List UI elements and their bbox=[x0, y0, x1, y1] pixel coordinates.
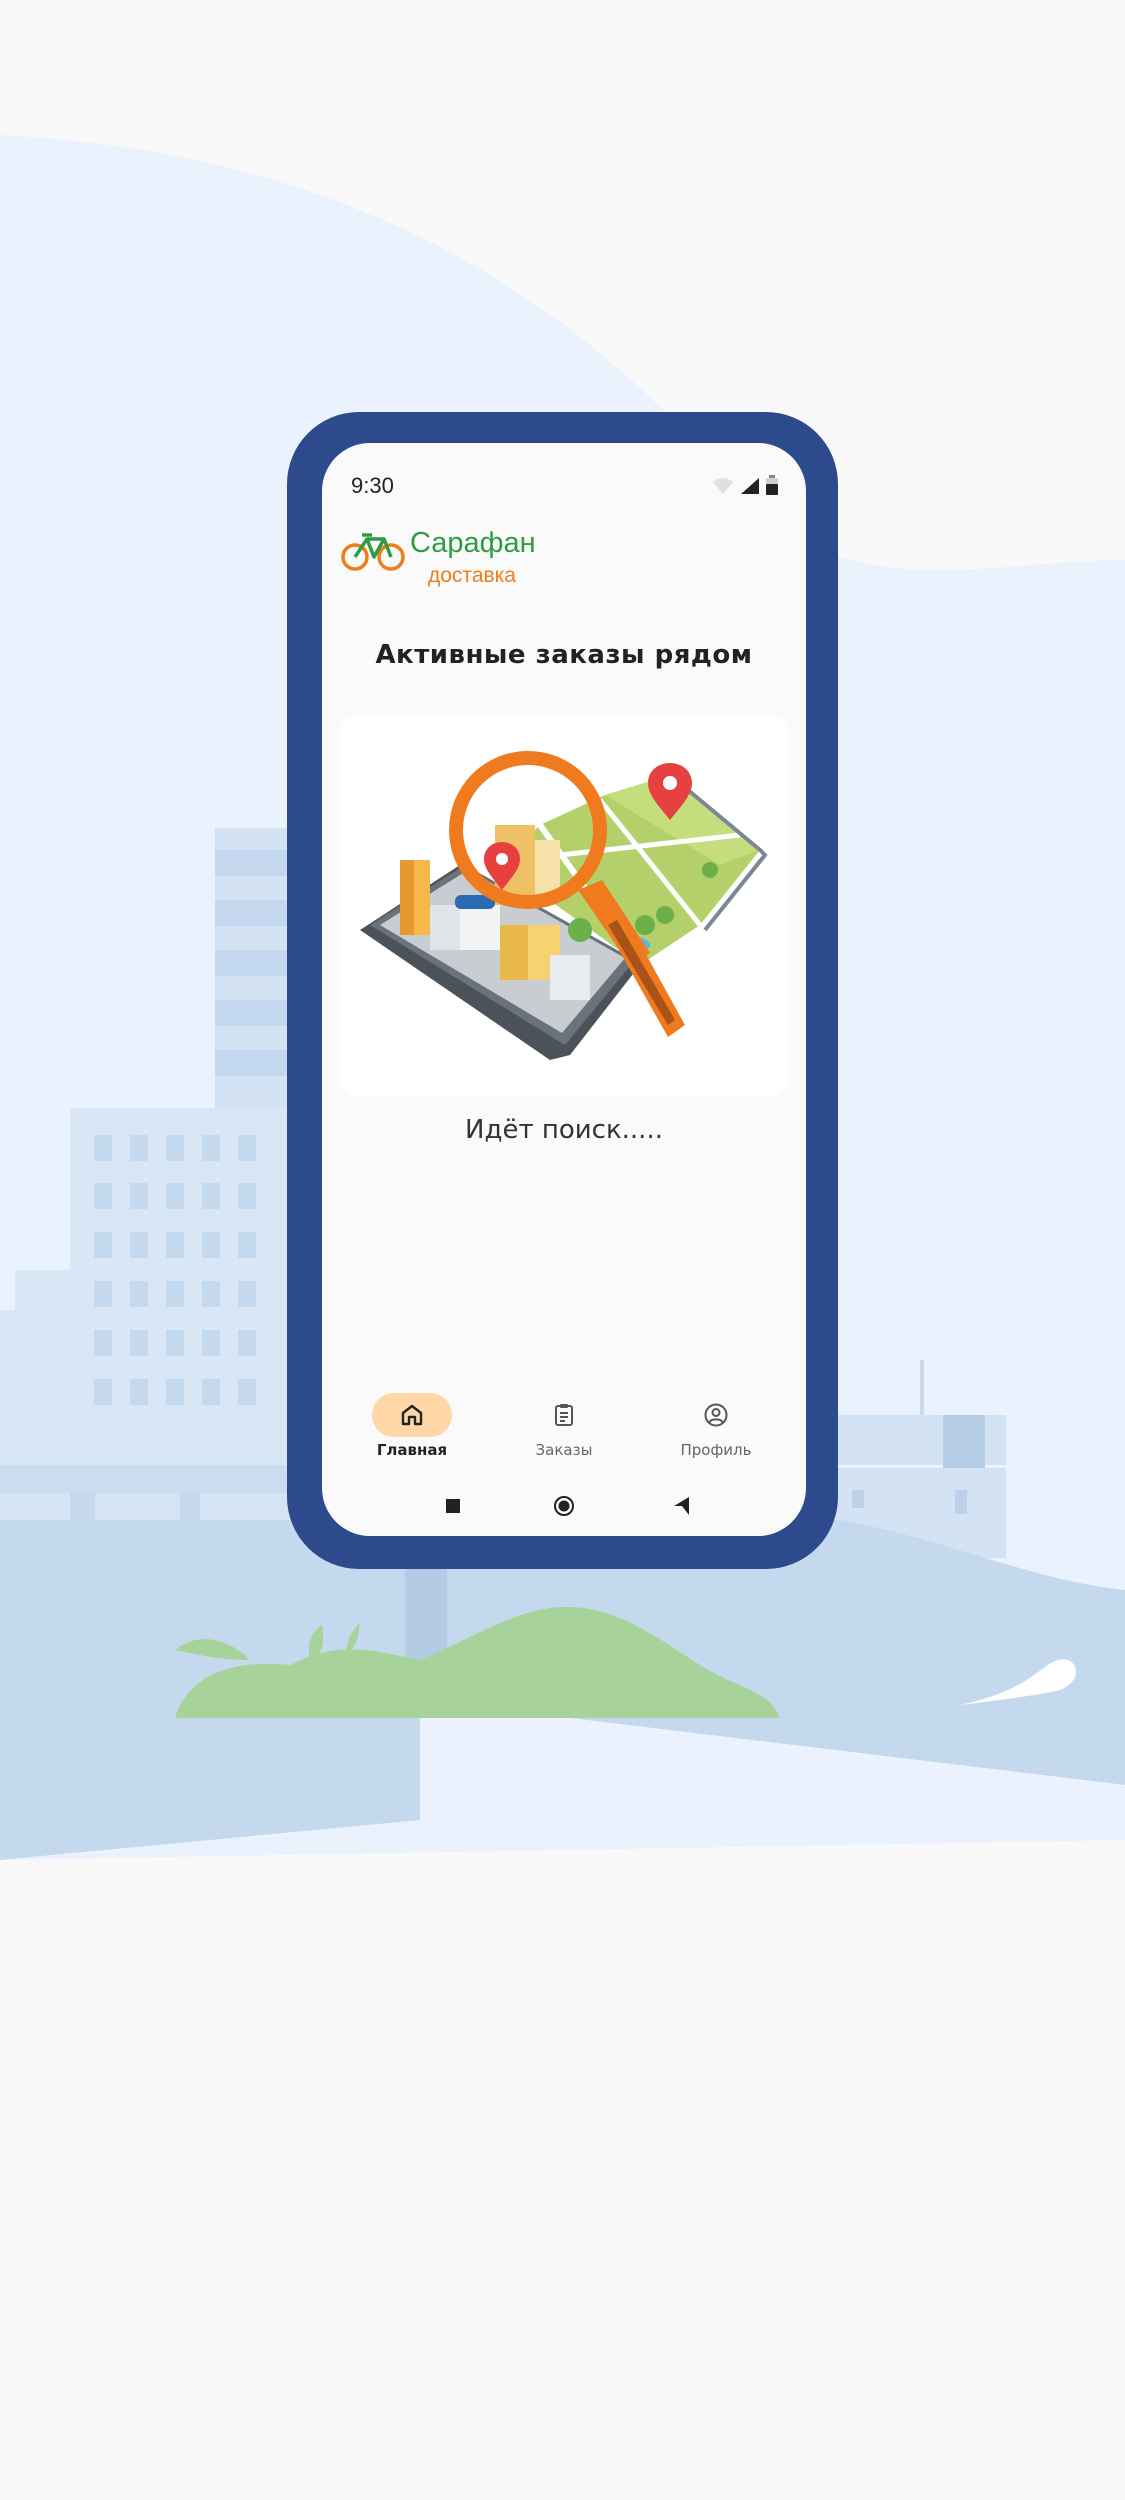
logo-text-main: Сарафан bbox=[410, 527, 536, 559]
recents-button[interactable] bbox=[446, 1499, 460, 1513]
page-title: Активные заказы рядом bbox=[375, 640, 753, 670]
status-icons bbox=[712, 475, 778, 495]
map-search-illustration bbox=[360, 751, 768, 1060]
status-bar: 9:30 bbox=[322, 443, 806, 523]
search-status-text: Идёт поиск..... bbox=[465, 1115, 663, 1145]
clipboard-icon bbox=[555, 1404, 573, 1426]
nav-item-profile[interactable]: Профиль bbox=[656, 1393, 776, 1459]
nav-label-orders: Заказы bbox=[535, 1441, 593, 1459]
home-system-button-dot bbox=[558, 1500, 570, 1512]
profile-icon bbox=[704, 1403, 728, 1427]
signal-icon bbox=[741, 478, 759, 494]
nav-label-profile: Профиль bbox=[680, 1441, 752, 1459]
nav-icon-wrap bbox=[676, 1393, 756, 1437]
bottom-navigation: Главная Заказы Профиль bbox=[322, 1393, 806, 1473]
nav-label-home: Главная bbox=[376, 1441, 448, 1459]
nav-icon-wrap bbox=[524, 1393, 604, 1437]
status-time: 9:30 bbox=[351, 473, 394, 498]
home-icon bbox=[401, 1404, 423, 1426]
nav-item-home[interactable]: Главная bbox=[352, 1393, 472, 1459]
nav-item-orders[interactable]: Заказы bbox=[504, 1393, 624, 1459]
app-logo: Сарафан доставка bbox=[340, 523, 560, 593]
logo-text-sub: доставка bbox=[428, 564, 516, 587]
nav-active-indicator bbox=[372, 1393, 452, 1437]
wifi-icon bbox=[713, 478, 733, 494]
phone-screen: 9:30 Сарафан доставка Активные заказы ря… bbox=[322, 443, 806, 1536]
bicycle-icon bbox=[341, 533, 405, 571]
system-navigation-bar bbox=[322, 1491, 806, 1521]
battery-icon bbox=[766, 475, 778, 495]
back-button[interactable] bbox=[674, 1497, 689, 1515]
search-illustration-card bbox=[340, 715, 788, 1097]
